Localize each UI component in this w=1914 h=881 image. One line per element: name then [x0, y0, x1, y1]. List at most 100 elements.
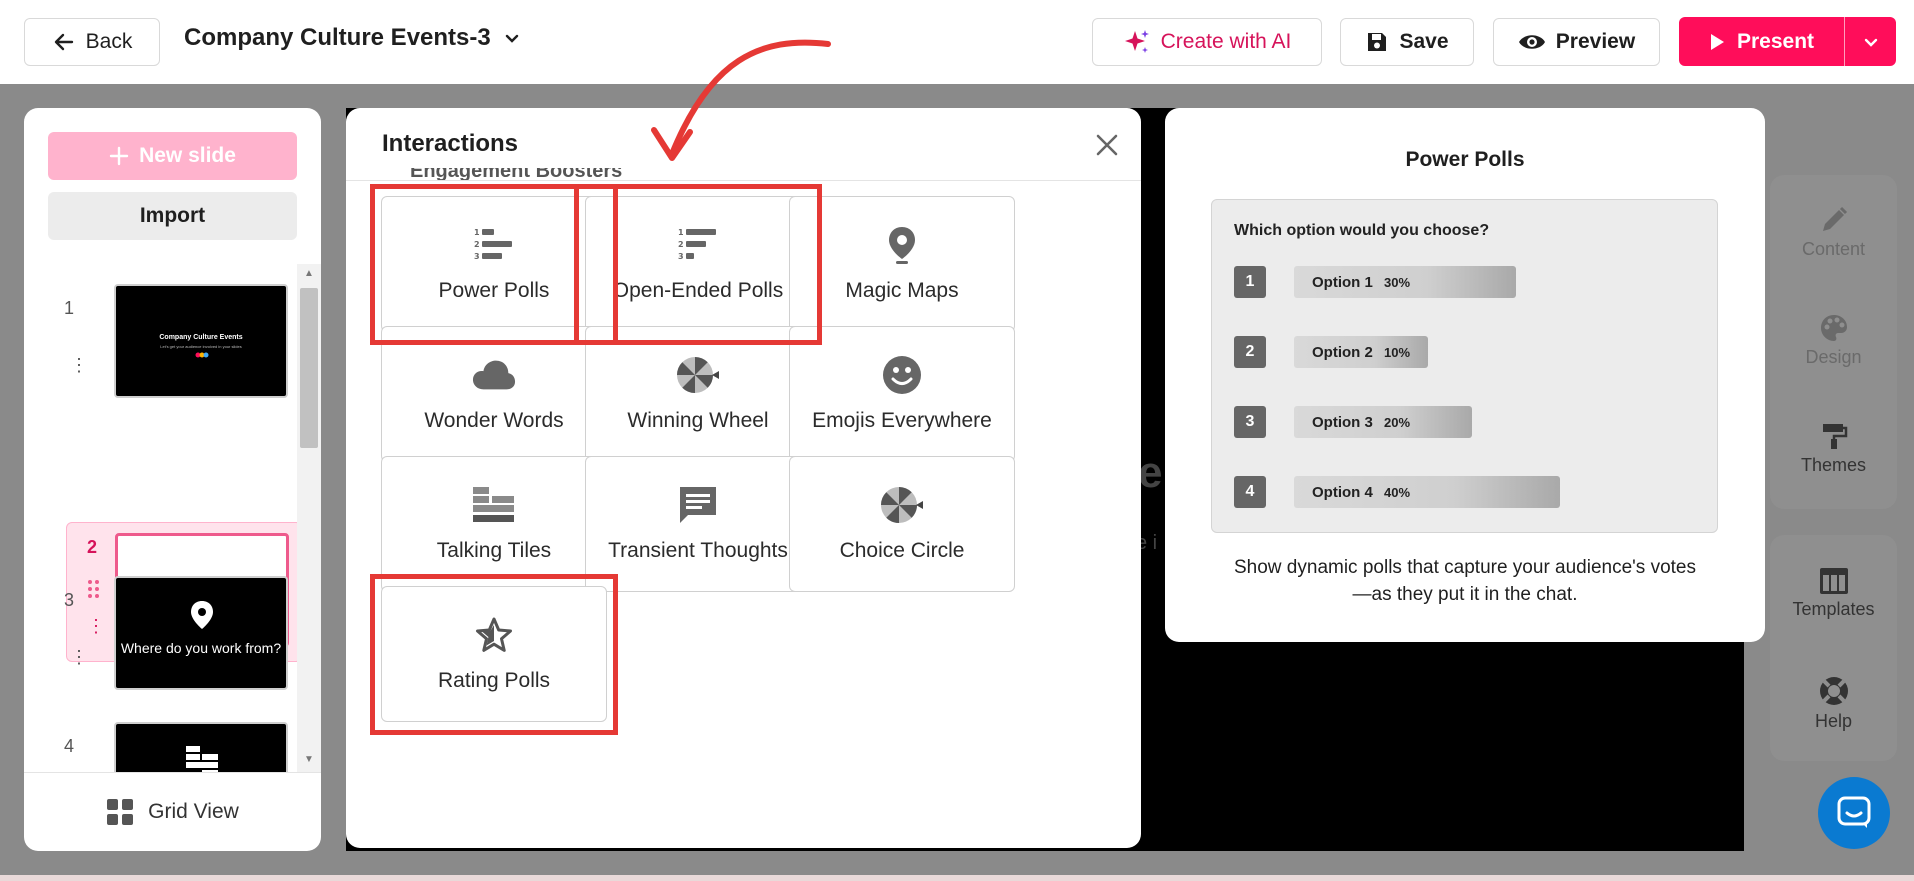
- deck-title-dropdown[interactable]: Company Culture Events-3: [184, 24, 521, 52]
- numbered-list-icon: 1 2 3: [472, 225, 516, 265]
- present-button[interactable]: Present: [1679, 17, 1896, 66]
- chevron-down-icon: [1864, 38, 1877, 47]
- slide-number: 1: [64, 298, 75, 318]
- chat-icon: [1837, 796, 1871, 828]
- rail-themes-label: Themes: [1800, 455, 1867, 475]
- grid-icon: [107, 799, 134, 825]
- scroll-down-arrow-icon[interactable]: ▼: [300, 754, 318, 765]
- arrow-left-icon: [54, 33, 73, 51]
- thumb-title: Company Culture Events: [159, 334, 243, 341]
- bottom-strip: [0, 875, 1914, 881]
- tile-choice-circle[interactable]: Choice Circle: [789, 456, 1015, 592]
- grid-view-button[interactable]: Grid View: [24, 772, 321, 851]
- tile-label: Talking Tiles: [436, 539, 552, 562]
- tile-open-ended-polls[interactable]: 1 2 3 Open-Ended Polls: [585, 196, 811, 332]
- annotation-arrow-icon: [651, 39, 831, 161]
- templates-icon: [1819, 568, 1848, 594]
- scroll-up-arrow-icon[interactable]: ▲: [300, 268, 318, 279]
- tool-rail-bottom: Templates Help: [1770, 535, 1897, 761]
- svg-text:1: 1: [678, 228, 684, 237]
- tool-rail-top: Content Design Themes: [1770, 175, 1897, 509]
- slide-menu-icon[interactable]: ⋮: [70, 356, 88, 374]
- tile-wonder-words[interactable]: Wonder Words: [381, 326, 607, 462]
- slide-thumbnail: [114, 722, 288, 772]
- rail-templates-label: Templates: [1792, 599, 1875, 619]
- rail-themes-button[interactable]: Themes: [1770, 421, 1897, 476]
- poll-option-percent: 30%: [1384, 275, 1411, 290]
- interactions-modal: Engagement Boosters Interactions 123 Pow…: [346, 108, 1141, 848]
- back-button[interactable]: Back: [24, 18, 160, 66]
- slide-number: 3: [64, 590, 75, 610]
- tile-label: Rating Polls: [437, 669, 551, 692]
- smiley-icon: [880, 355, 924, 395]
- tiles-icon: [472, 485, 516, 525]
- wheel-icon: [676, 355, 720, 395]
- close-icon: [1096, 134, 1118, 156]
- poll-question: Which option would you choose?: [1234, 222, 1490, 239]
- tile-label: Power Polls: [438, 279, 550, 302]
- slide-item-4[interactable]: 4: [42, 712, 288, 772]
- map-pin-icon: [191, 601, 213, 629]
- interaction-tiles: 1 2 3 Power Polls 1 2 3 Open-Ended Polls Mag…: [346, 181, 1141, 848]
- rail-templates-button[interactable]: Templates: [1770, 567, 1897, 620]
- thumb-question: Where do you work from?: [120, 640, 282, 656]
- svg-text:1: 1: [474, 228, 480, 237]
- present-main[interactable]: Present: [1679, 17, 1845, 66]
- tile-rating-polls[interactable]: Rating Polls: [381, 586, 607, 722]
- eye-icon: [1518, 35, 1545, 49]
- import-button[interactable]: Import: [48, 192, 297, 240]
- preview-title: Power Polls: [1405, 148, 1525, 171]
- tile-transient-thoughts[interactable]: Transient Thoughts: [585, 456, 811, 592]
- plus-icon: [109, 146, 129, 166]
- new-slide-button[interactable]: New slide: [48, 132, 297, 180]
- rail-content-button[interactable]: Content: [1770, 205, 1897, 260]
- poll-option-index: 2: [1234, 336, 1266, 368]
- slide-thumbnail: Company Culture Events Let's get your au…: [114, 284, 288, 398]
- rail-content-label: Content: [1801, 239, 1866, 259]
- slide-item-3[interactable]: 3 ⋮ Where do you work from?: [42, 566, 288, 704]
- speech-bubble-icon: [676, 485, 720, 525]
- open-list-icon: 1 2 3: [676, 225, 720, 265]
- slide-item-1[interactable]: 1 ⋮ Company Culture Events Let's get you…: [42, 274, 288, 412]
- close-button[interactable]: [1090, 128, 1124, 162]
- chat-support-button[interactable]: [1818, 777, 1890, 849]
- poll-option-label: Option 1: [1312, 274, 1373, 291]
- preview-button[interactable]: Preview: [1493, 18, 1660, 66]
- tile-power-polls[interactable]: 1 2 3 Power Polls: [381, 196, 607, 332]
- poll-option-percent: 10%: [1384, 345, 1411, 360]
- slide-list: 1 ⋮ Company Culture Events Let's get you…: [24, 264, 321, 772]
- poll-preview: Which option would you choose? 1 Option …: [1211, 199, 1718, 533]
- modal-title: Interactions: [382, 130, 519, 157]
- svg-text:3: 3: [474, 252, 480, 261]
- ai-label: Create with AI: [1160, 30, 1292, 53]
- tile-label: Emojis Everywhere: [812, 409, 992, 432]
- present-label: Present: [1737, 29, 1815, 53]
- tile-magic-maps[interactable]: Magic Maps: [789, 196, 1015, 332]
- present-options-toggle[interactable]: [1845, 33, 1896, 51]
- rail-help-button[interactable]: Help: [1770, 675, 1897, 732]
- save-button[interactable]: Save: [1340, 18, 1474, 66]
- tile-winning-wheel[interactable]: Winning Wheel: [585, 326, 811, 462]
- tile-label: Winning Wheel: [627, 409, 769, 432]
- create-with-ai-button[interactable]: Create with AI: [1092, 18, 1322, 66]
- slide-menu-icon[interactable]: ⋮: [70, 648, 88, 666]
- new-slide-label: New slide: [139, 144, 236, 167]
- tile-emojis-everywhere[interactable]: Emojis Everywhere: [789, 326, 1015, 462]
- rail-design-button[interactable]: Design: [1770, 313, 1897, 368]
- logo-icon: [195, 352, 209, 358]
- poll-option-percent: 20%: [1384, 415, 1411, 430]
- canvas-partial-title: e: [1138, 448, 1163, 497]
- lifebuoy-icon: [1819, 677, 1848, 705]
- grid-view-label: Grid View: [148, 800, 239, 823]
- slides-panel: New slide Import 1 ⋮ Company Culture Eve…: [24, 108, 321, 851]
- pencil-icon: [1822, 206, 1847, 231]
- scrollbar-thumb[interactable]: [300, 288, 318, 448]
- poll-option-index: 3: [1234, 406, 1266, 438]
- interaction-preview-panel: Power Polls Which option would you choos…: [1165, 108, 1765, 642]
- tile-talking-tiles[interactable]: Talking Tiles: [381, 456, 607, 592]
- tile-label: Transient Thoughts: [608, 539, 788, 562]
- poll-option-percent: 40%: [1384, 485, 1411, 500]
- poll-option-label: Option 2: [1312, 344, 1373, 361]
- deck-title: Company Culture Events-3: [184, 24, 491, 51]
- svg-text:2: 2: [474, 240, 480, 249]
